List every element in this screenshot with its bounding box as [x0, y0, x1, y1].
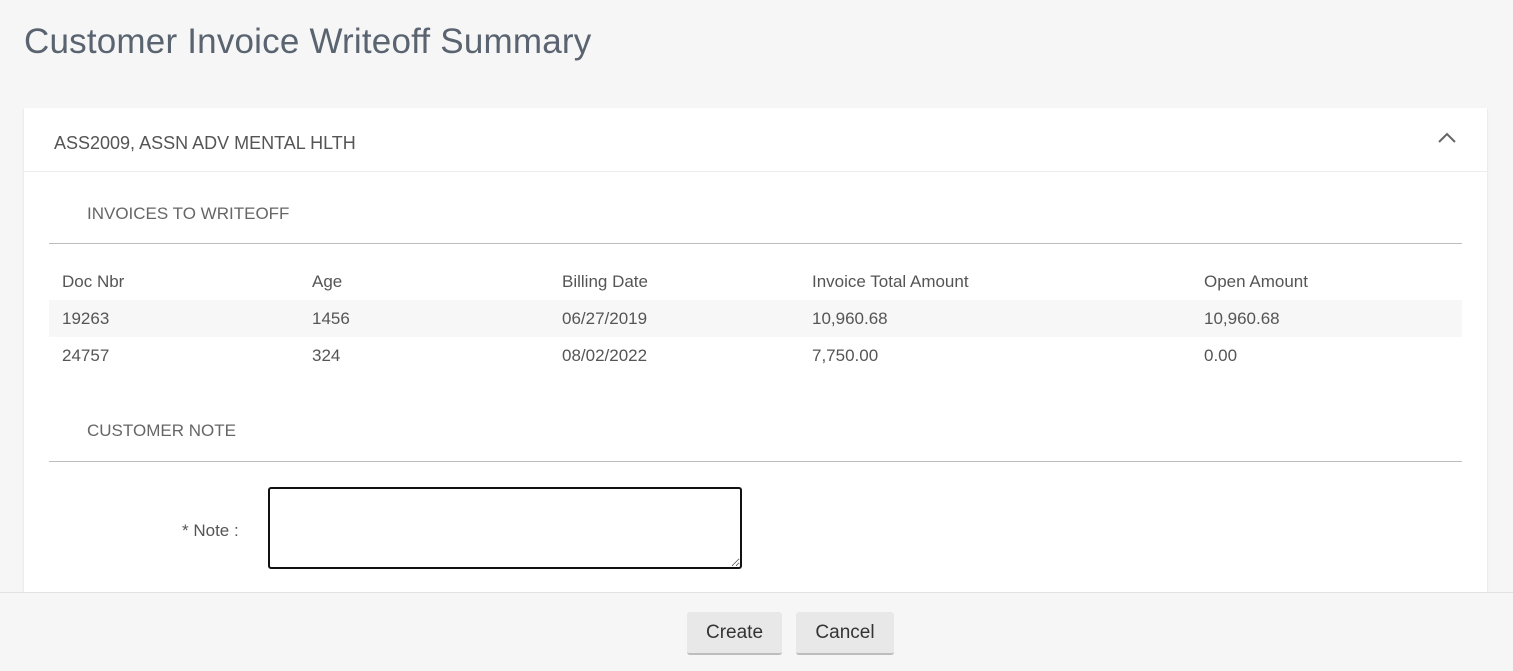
- table-header-row: Doc Nbr Age Billing Date Invoice Total A…: [49, 263, 1462, 300]
- divider: [49, 243, 1462, 244]
- billing-date-cell: 06/27/2019: [562, 309, 648, 328]
- column-header-invoice-total: Invoice Total Amount: [812, 272, 969, 291]
- table-row: 19263 1456 06/27/2019 10,960.68 10,960.6…: [49, 300, 1462, 337]
- column-header-doc-nbr: Doc Nbr: [62, 272, 125, 291]
- invoice-total-cell: 10,960.68: [812, 309, 888, 328]
- note-textarea[interactable]: [268, 487, 742, 569]
- invoices-table: Doc Nbr Age Billing Date Invoice Total A…: [49, 263, 1462, 374]
- cancel-button[interactable]: Cancel: [796, 612, 894, 655]
- age-cell: 1456: [312, 309, 350, 328]
- column-header-billing-date: Billing Date: [562, 272, 648, 291]
- open-amount-cell: 0.00: [1204, 346, 1238, 365]
- column-header-age: Age: [312, 272, 343, 291]
- doc-nbr-cell: 19263: [62, 309, 110, 328]
- divider: [49, 461, 1462, 462]
- open-amount-cell: 10,960.68: [1204, 309, 1280, 328]
- invoice-total-cell: 7,750.00: [812, 346, 879, 365]
- billing-date-cell: 08/02/2022: [562, 346, 648, 365]
- customer-panel: ASS2009, ASSN ADV MENTAL HLTH INVOICES T…: [24, 108, 1487, 608]
- note-label: * Note :: [182, 521, 239, 540]
- customer-note-section-title: CUSTOMER NOTE: [87, 421, 236, 440]
- chevron-up-icon[interactable]: [1435, 128, 1459, 148]
- table-row: 24757 324 08/02/2022 7,750.00 0.00: [49, 337, 1462, 374]
- age-cell: 324: [312, 346, 341, 365]
- create-button[interactable]: Create: [687, 612, 782, 655]
- invoices-section-title: INVOICES TO WRITEOFF: [87, 204, 290, 223]
- doc-nbr-cell: 24757: [62, 346, 110, 365]
- action-footer: Create Cancel: [0, 592, 1513, 671]
- column-header-open-amount: Open Amount: [1204, 272, 1308, 291]
- customer-name: ASS2009, ASSN ADV MENTAL HLTH: [54, 133, 356, 153]
- page-title: Customer Invoice Writeoff Summary: [24, 22, 592, 61]
- panel-header[interactable]: ASS2009, ASSN ADV MENTAL HLTH: [24, 108, 1487, 172]
